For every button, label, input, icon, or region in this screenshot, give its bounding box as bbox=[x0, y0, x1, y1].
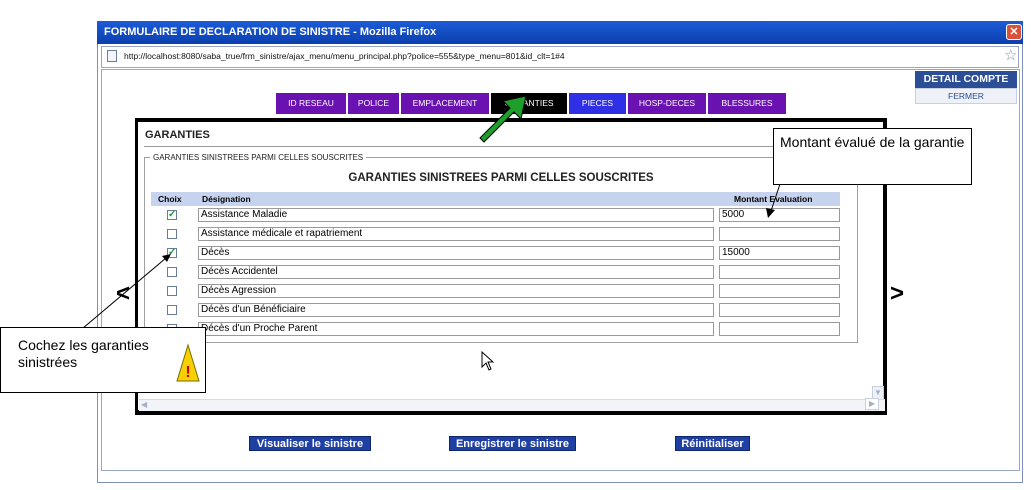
amount-callout: Montant évalué de la garantie bbox=[773, 128, 972, 185]
warning-glyph: ! bbox=[185, 364, 190, 381]
check-callout-text: Cochez les garanties sinistrées bbox=[18, 337, 149, 370]
warning-triangle-icon: ! bbox=[176, 343, 200, 382]
annotation-overlay bbox=[75, 95, 781, 335]
green-arrow-icon bbox=[479, 95, 527, 143]
